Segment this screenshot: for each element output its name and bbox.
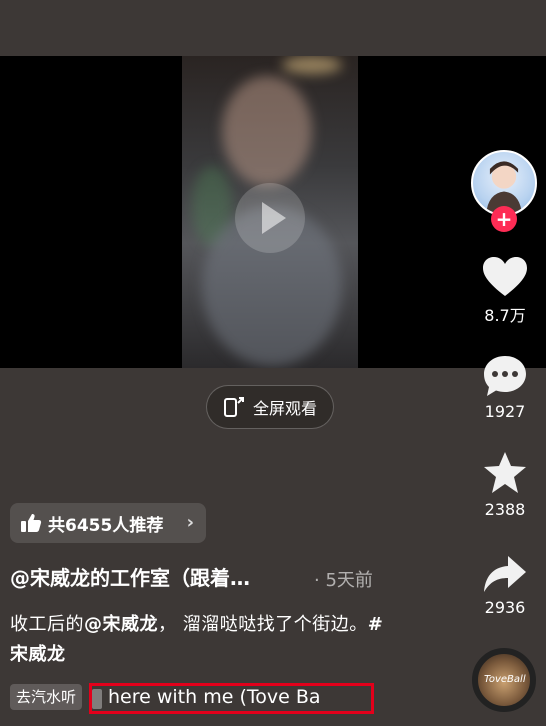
highlight-box	[89, 683, 374, 714]
fullscreen-label: 全屏观看	[252, 399, 317, 418]
star-icon	[484, 452, 526, 493]
top-bar	[0, 0, 546, 56]
recommend-label: 共6455人推荐	[48, 515, 164, 536]
video-frame	[182, 56, 358, 368]
fullscreen-button[interactable]: 全屏观看	[206, 385, 334, 429]
favorite-count: 2388	[484, 500, 526, 519]
music-disc[interactable]: ToveBall	[472, 648, 536, 712]
author-avatar-wrap[interactable]: +	[471, 150, 537, 232]
video-player[interactable]	[0, 56, 546, 368]
caption-mention[interactable]: @宋威龙	[84, 614, 158, 635]
comment-icon	[484, 356, 526, 396]
comment-count: 1927	[484, 402, 526, 421]
post-time: · 5天前	[314, 570, 373, 591]
caption-prefix: 收工后的	[10, 614, 84, 635]
comment-button[interactable]: 1927	[470, 354, 540, 421]
fullscreen-icon	[223, 397, 244, 417]
chevron-right-icon: ›	[186, 512, 194, 533]
thumbs-up-icon	[21, 514, 42, 532]
play-icon[interactable]	[235, 183, 305, 254]
author-name[interactable]: @宋威龙的工作室（跟着…	[10, 562, 250, 591]
disc-label: ToveBall	[484, 674, 526, 685]
listen-on-qishui-button[interactable]: 去汽水听	[10, 684, 83, 710]
favorite-button[interactable]: 2388	[470, 450, 540, 519]
follow-button[interactable]: +	[491, 206, 517, 232]
caption-rest: ， 溜溜哒哒找了个街边。	[158, 614, 368, 635]
share-button[interactable]: 2936	[470, 554, 540, 617]
heart-icon	[483, 257, 527, 296]
share-arrow-icon	[484, 556, 526, 592]
share-count: 2936	[484, 598, 526, 617]
recommend-pill[interactable]: 共6455人推荐 ›	[10, 503, 206, 543]
post-caption: 收工后的@宋威龙， 溜溜哒哒找了个街边。#宋威龙	[10, 610, 390, 670]
like-count: 8.7万	[484, 306, 526, 325]
like-button[interactable]: 8.7万	[470, 256, 540, 326]
